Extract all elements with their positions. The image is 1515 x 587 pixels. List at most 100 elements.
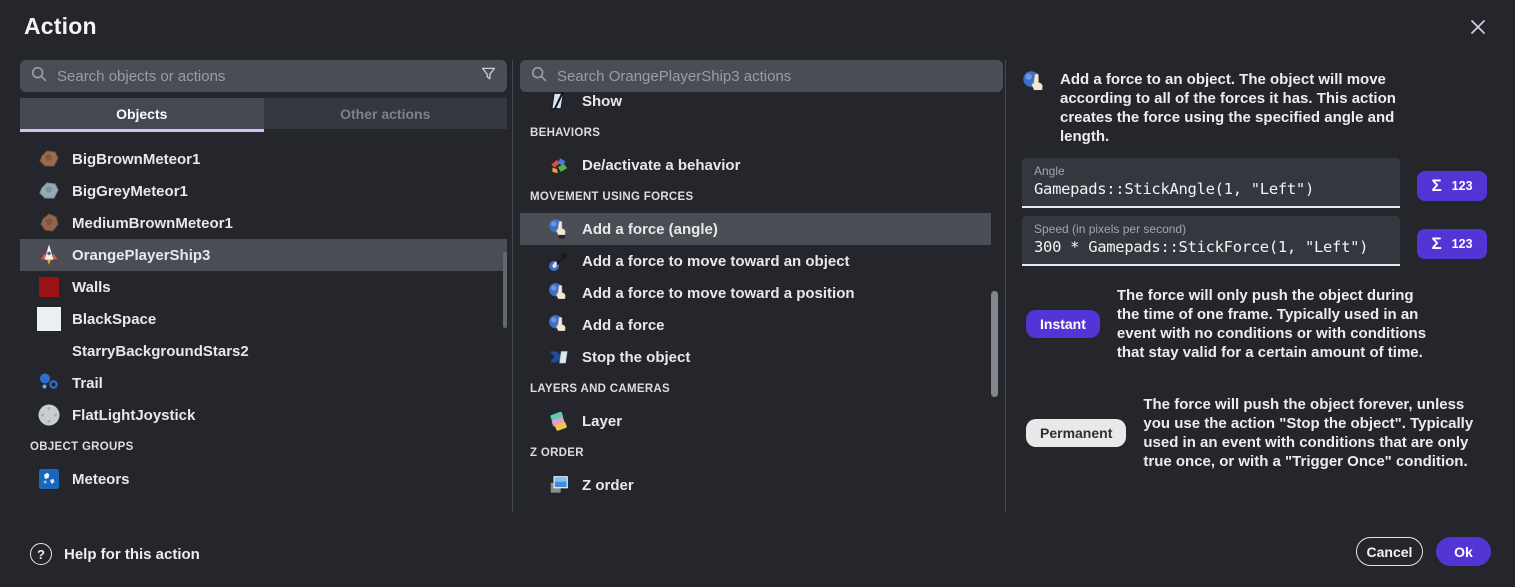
list-item[interactable]: Meteors	[20, 463, 507, 495]
angle-field-value: Gamepads::StickAngle(1, "Left")	[1034, 180, 1388, 198]
action-label: Layer	[582, 413, 622, 430]
instant-note: Instant The force will only push the obj…	[1026, 286, 1492, 362]
list-item[interactable]: StarryBackgroundStars2	[20, 335, 507, 367]
numbers-icon: 123	[1452, 237, 1473, 251]
list-item-selected[interactable]: OrangePlayerShip3	[20, 239, 507, 271]
action-label: Add a force to move toward an object	[582, 253, 850, 270]
list-item[interactable]: Add a force to move toward an object	[520, 245, 991, 277]
list-item[interactable]: Add a force to move toward a position	[520, 277, 991, 309]
add-force-icon	[1022, 70, 1048, 146]
list-item[interactable]: Layer	[520, 405, 991, 437]
list-item[interactable]: Walls	[20, 271, 507, 303]
list-item[interactable]: Stop the object	[520, 341, 991, 373]
action-description-block: Add a force to an object. The object wil…	[1022, 70, 1492, 146]
object-label: BlackSpace	[72, 311, 156, 328]
list-item[interactable]: BigBrownMeteor1	[20, 143, 507, 175]
object-label: MediumBrownMeteor1	[72, 215, 233, 232]
section-header: MOVEMENT USING FORCES	[520, 181, 991, 213]
filter-icon[interactable]	[480, 65, 497, 87]
ok-button[interactable]: Ok	[1436, 537, 1491, 566]
objects-search-box	[20, 60, 507, 92]
angle-field[interactable]: Angle Gamepads::StickAngle(1, "Left")	[1022, 158, 1400, 208]
tab-other-actions-label: Other actions	[340, 106, 430, 122]
help-label: Help for this action	[64, 546, 200, 563]
panel-divider	[512, 60, 513, 512]
speed-expression-button[interactable]: Σ 123	[1417, 229, 1487, 259]
tab-objects[interactable]: Objects	[20, 98, 264, 129]
section-header: BEHAVIORS	[520, 117, 991, 149]
action-label: Show	[582, 93, 622, 110]
object-label: Trail	[72, 375, 103, 392]
action-label: Stop the object	[582, 349, 690, 366]
behavior-icon	[546, 154, 572, 176]
group-label: Meteors	[72, 471, 130, 488]
z-order-icon	[546, 474, 572, 496]
list-item[interactable]: Trail	[20, 367, 507, 399]
left-tabbar: Objects Other actions	[20, 98, 507, 129]
instant-note-text: The force will only push the object duri…	[1117, 286, 1439, 362]
force-toward-position-icon	[546, 282, 572, 304]
stop-object-icon	[546, 346, 572, 368]
white-square-icon	[36, 307, 62, 331]
list-item[interactable]: BlackSpace	[20, 303, 507, 335]
angle-field-label: Angle	[1034, 164, 1388, 178]
dialog-title: Action	[24, 13, 97, 40]
list-item[interactable]: Z order	[520, 469, 991, 501]
help-link[interactable]: ? Help for this action	[30, 543, 200, 565]
objects-list: BigBrownMeteor1 BigGreyMeteor1 MediumBro…	[20, 143, 507, 495]
numbers-icon: 123	[1452, 179, 1473, 193]
action-label: Add a force to move toward a position	[582, 285, 855, 302]
object-label: StarryBackgroundStars2	[72, 343, 249, 360]
section-header: Z ORDER	[520, 437, 991, 469]
layer-icon	[546, 410, 572, 432]
sigma-icon: Σ	[1431, 234, 1441, 254]
panel-divider	[1005, 60, 1006, 512]
sigma-icon: Σ	[1431, 176, 1441, 196]
action-label: Add a force (angle)	[582, 221, 718, 238]
add-force-simple-icon	[546, 314, 572, 336]
search-icon	[30, 65, 48, 88]
group-meteors-icon	[36, 467, 62, 491]
meteor-grey-icon	[36, 179, 62, 203]
speed-field-group: Speed (in pixels per second) 300 * Gamep…	[1022, 216, 1487, 266]
force-toward-object-icon	[546, 250, 572, 272]
actions-scrollbar-thumb[interactable]	[991, 291, 998, 397]
list-item[interactable]: FlatLightJoystick	[20, 399, 507, 431]
particle-dots-icon	[36, 371, 62, 395]
action-description: Add a force to an object. The object wil…	[1060, 70, 1412, 146]
object-label: Walls	[72, 279, 111, 296]
list-item[interactable]: De/activate a behavior	[520, 149, 991, 181]
cancel-button[interactable]: Cancel	[1356, 537, 1423, 566]
list-item-selected[interactable]: Add a force (angle)	[520, 213, 991, 245]
left-scrollbar-thumb[interactable]	[503, 252, 507, 328]
object-label: FlatLightJoystick	[72, 407, 195, 424]
action-label: Z order	[582, 477, 634, 494]
permanent-note: Permanent The force will push the object…	[1026, 395, 1492, 471]
meteor-brown-medium-icon	[36, 211, 62, 235]
rocket-ship-icon	[36, 243, 62, 267]
action-dialog: Action Objects Other actions BigBrownMet…	[0, 0, 1515, 587]
speed-field[interactable]: Speed (in pixels per second) 300 * Gamep…	[1022, 216, 1400, 266]
tab-other-actions[interactable]: Other actions	[264, 98, 508, 129]
objects-search-input[interactable]	[57, 68, 471, 85]
list-item[interactable]: MediumBrownMeteor1	[20, 207, 507, 239]
list-item[interactable]: Add a force	[520, 309, 991, 341]
close-icon[interactable]	[1465, 14, 1491, 40]
object-groups-header: OBJECT GROUPS	[20, 431, 507, 463]
angle-expression-button[interactable]: Σ 123	[1417, 171, 1487, 201]
meteor-brown-icon	[36, 147, 62, 171]
permanent-note-text: The force will push the object forever, …	[1143, 395, 1492, 471]
actions-search-input[interactable]	[557, 68, 993, 85]
permanent-badge[interactable]: Permanent	[1026, 419, 1126, 447]
angle-field-group: Angle Gamepads::StickAngle(1, "Left") Σ …	[1022, 158, 1487, 208]
red-square-icon	[36, 277, 62, 297]
help-icon: ?	[30, 543, 52, 565]
add-force-icon	[546, 218, 572, 240]
instant-badge[interactable]: Instant	[1026, 310, 1100, 338]
object-label: BigGreyMeteor1	[72, 183, 188, 200]
joystick-pad-icon	[36, 403, 62, 427]
list-item[interactable]: BigGreyMeteor1	[20, 175, 507, 207]
show-icon	[546, 90, 572, 112]
actions-search-box	[520, 60, 1003, 92]
tab-objects-label: Objects	[116, 106, 167, 122]
